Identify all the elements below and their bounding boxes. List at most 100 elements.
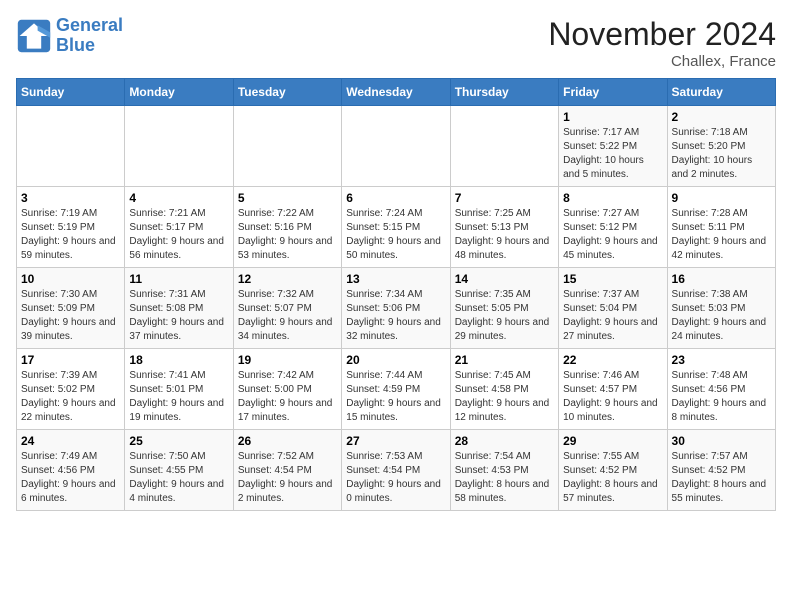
day-number: 20: [346, 353, 445, 367]
logo-line1: General: [56, 15, 123, 35]
day-cell: 6 Sunrise: 7:24 AMSunset: 5:15 PMDaylight…: [342, 187, 450, 268]
day-info: Sunrise: 7:41 AMSunset: 5:01 PMDaylight:…: [129, 369, 228, 425]
weekday-header-monday: Monday: [125, 79, 233, 106]
day-info: Sunrise: 7:44 AMSunset: 4:59 PMDaylight:…: [346, 369, 445, 425]
day-info: Sunrise: 7:30 AMSunset: 5:09 PMDaylight:…: [21, 288, 120, 344]
logo: General Blue: [16, 16, 123, 56]
day-cell: 16 Sunrise: 7:38 AMSunset: 5:03 PMDayligh…: [667, 268, 775, 349]
day-info: Sunrise: 7:17 AMSunset: 5:22 PMDaylight:…: [563, 126, 662, 182]
day-number: 4: [129, 191, 228, 205]
day-info: Sunrise: 7:32 AMSunset: 5:07 PMDaylight:…: [238, 288, 337, 344]
day-number: 12: [238, 272, 337, 286]
logo-text: General Blue: [56, 16, 123, 56]
day-cell: 12 Sunrise: 7:32 AMSunset: 5:07 PMDayligh…: [233, 268, 341, 349]
day-number: 3: [21, 191, 120, 205]
weekday-header-thursday: Thursday: [450, 79, 558, 106]
day-cell: 13 Sunrise: 7:34 AMSunset: 5:06 PMDayligh…: [342, 268, 450, 349]
day-info: Sunrise: 7:24 AMSunset: 5:15 PMDaylight:…: [346, 207, 445, 263]
day-number: 18: [129, 353, 228, 367]
day-info: Sunrise: 7:46 AMSunset: 4:57 PMDaylight:…: [563, 369, 662, 425]
day-number: 9: [672, 191, 771, 205]
day-cell: 19 Sunrise: 7:42 AMSunset: 5:00 PMDayligh…: [233, 349, 341, 430]
day-cell: [450, 106, 558, 187]
day-cell: 10Sunrise: 7:30 AMSunset: 5:09 PMDayligh…: [17, 268, 125, 349]
day-cell: [17, 106, 125, 187]
day-cell: 22 Sunrise: 7:46 AMSunset: 4:57 PMDayligh…: [559, 349, 667, 430]
day-info: Sunrise: 7:21 AMSunset: 5:17 PMDaylight:…: [129, 207, 228, 263]
day-number: 25: [129, 434, 228, 448]
day-cell: 8Sunrise: 7:27 AMSunset: 5:12 PMDaylight…: [559, 187, 667, 268]
day-info: Sunrise: 7:39 AMSunset: 5:02 PMDaylight:…: [21, 369, 120, 425]
day-info: Sunrise: 7:48 AMSunset: 4:56 PMDaylight:…: [672, 369, 771, 425]
day-number: 8: [563, 191, 662, 205]
day-number: 1: [563, 110, 662, 124]
day-number: 13: [346, 272, 445, 286]
day-info: Sunrise: 7:34 AMSunset: 5:06 PMDaylight:…: [346, 288, 445, 344]
month-title: November 2024: [548, 16, 776, 53]
week-row-1: 1 Sunrise: 7:17 AMSunset: 5:22 PMDaylight…: [17, 106, 776, 187]
day-cell: 9 Sunrise: 7:28 AMSunset: 5:11 PMDaylight…: [667, 187, 775, 268]
day-number: 11: [129, 272, 228, 286]
day-info: Sunrise: 7:49 AMSunset: 4:56 PMDaylight:…: [21, 450, 120, 506]
weekday-header-row: SundayMondayTuesdayWednesdayThursdayFrid…: [17, 79, 776, 106]
day-cell: [233, 106, 341, 187]
weekday-header-wednesday: Wednesday: [342, 79, 450, 106]
day-number: 24: [21, 434, 120, 448]
page-header: General Blue November 2024 Challex, Fran…: [16, 16, 776, 70]
weekday-header-tuesday: Tuesday: [233, 79, 341, 106]
day-info: Sunrise: 7:28 AMSunset: 5:11 PMDaylight:…: [672, 207, 771, 263]
day-number: 2: [672, 110, 771, 124]
day-cell: 28 Sunrise: 7:54 AMSunset: 4:53 PMDayligh…: [450, 430, 558, 511]
day-cell: 26Sunrise: 7:52 AMSunset: 4:54 PMDayligh…: [233, 430, 341, 511]
day-info: Sunrise: 7:57 AMSunset: 4:52 PMDaylight:…: [672, 450, 771, 506]
location: Challex, France: [548, 53, 776, 70]
day-number: 6: [346, 191, 445, 205]
day-cell: 24 Sunrise: 7:49 AMSunset: 4:56 PMDayligh…: [17, 430, 125, 511]
week-row-5: 24 Sunrise: 7:49 AMSunset: 4:56 PMDayligh…: [17, 430, 776, 511]
day-cell: 25 Sunrise: 7:50 AMSunset: 4:55 PMDayligh…: [125, 430, 233, 511]
day-cell: 21 Sunrise: 7:45 AMSunset: 4:58 PMDayligh…: [450, 349, 558, 430]
day-cell: 20 Sunrise: 7:44 AMSunset: 4:59 PMDayligh…: [342, 349, 450, 430]
week-row-3: 10Sunrise: 7:30 AMSunset: 5:09 PMDayligh…: [17, 268, 776, 349]
day-cell: [125, 106, 233, 187]
day-cell: 30 Sunrise: 7:57 AMSunset: 4:52 PMDayligh…: [667, 430, 775, 511]
day-cell: [342, 106, 450, 187]
day-cell: 11Sunrise: 7:31 AMSunset: 5:08 PMDayligh…: [125, 268, 233, 349]
day-cell: 5Sunrise: 7:22 AMSunset: 5:16 PMDaylight…: [233, 187, 341, 268]
day-info: Sunrise: 7:42 AMSunset: 5:00 PMDaylight:…: [238, 369, 337, 425]
day-info: Sunrise: 7:50 AMSunset: 4:55 PMDaylight:…: [129, 450, 228, 506]
day-info: Sunrise: 7:54 AMSunset: 4:53 PMDaylight:…: [455, 450, 554, 506]
day-number: 27: [346, 434, 445, 448]
day-info: Sunrise: 7:55 AMSunset: 4:52 PMDaylight:…: [563, 450, 662, 506]
day-number: 16: [672, 272, 771, 286]
week-row-2: 3 Sunrise: 7:19 AMSunset: 5:19 PMDaylight…: [17, 187, 776, 268]
day-info: Sunrise: 7:19 AMSunset: 5:19 PMDaylight:…: [21, 207, 120, 263]
day-info: Sunrise: 7:25 AMSunset: 5:13 PMDaylight:…: [455, 207, 554, 263]
day-cell: 17Sunrise: 7:39 AMSunset: 5:02 PMDayligh…: [17, 349, 125, 430]
weekday-header-sunday: Sunday: [17, 79, 125, 106]
day-cell: 3 Sunrise: 7:19 AMSunset: 5:19 PMDaylight…: [17, 187, 125, 268]
logo-line2: Blue: [56, 35, 95, 55]
day-cell: 23Sunrise: 7:48 AMSunset: 4:56 PMDayligh…: [667, 349, 775, 430]
day-cell: 15Sunrise: 7:37 AMSunset: 5:04 PMDayligh…: [559, 268, 667, 349]
day-info: Sunrise: 7:38 AMSunset: 5:03 PMDaylight:…: [672, 288, 771, 344]
weekday-header-saturday: Saturday: [667, 79, 775, 106]
day-number: 7: [455, 191, 554, 205]
day-number: 15: [563, 272, 662, 286]
day-number: 22: [563, 353, 662, 367]
day-cell: 29Sunrise: 7:55 AMSunset: 4:52 PMDayligh…: [559, 430, 667, 511]
day-cell: 4 Sunrise: 7:21 AMSunset: 5:17 PMDaylight…: [125, 187, 233, 268]
week-row-4: 17Sunrise: 7:39 AMSunset: 5:02 PMDayligh…: [17, 349, 776, 430]
day-info: Sunrise: 7:35 AMSunset: 5:05 PMDaylight:…: [455, 288, 554, 344]
day-number: 21: [455, 353, 554, 367]
day-number: 5: [238, 191, 337, 205]
day-number: 30: [672, 434, 771, 448]
day-number: 28: [455, 434, 554, 448]
day-number: 26: [238, 434, 337, 448]
day-info: Sunrise: 7:45 AMSunset: 4:58 PMDaylight:…: [455, 369, 554, 425]
calendar-table: SundayMondayTuesdayWednesdayThursdayFrid…: [16, 78, 776, 511]
day-cell: 1 Sunrise: 7:17 AMSunset: 5:22 PMDaylight…: [559, 106, 667, 187]
logo-icon: [16, 18, 52, 54]
day-number: 19: [238, 353, 337, 367]
title-block: November 2024 Challex, France: [548, 16, 776, 70]
